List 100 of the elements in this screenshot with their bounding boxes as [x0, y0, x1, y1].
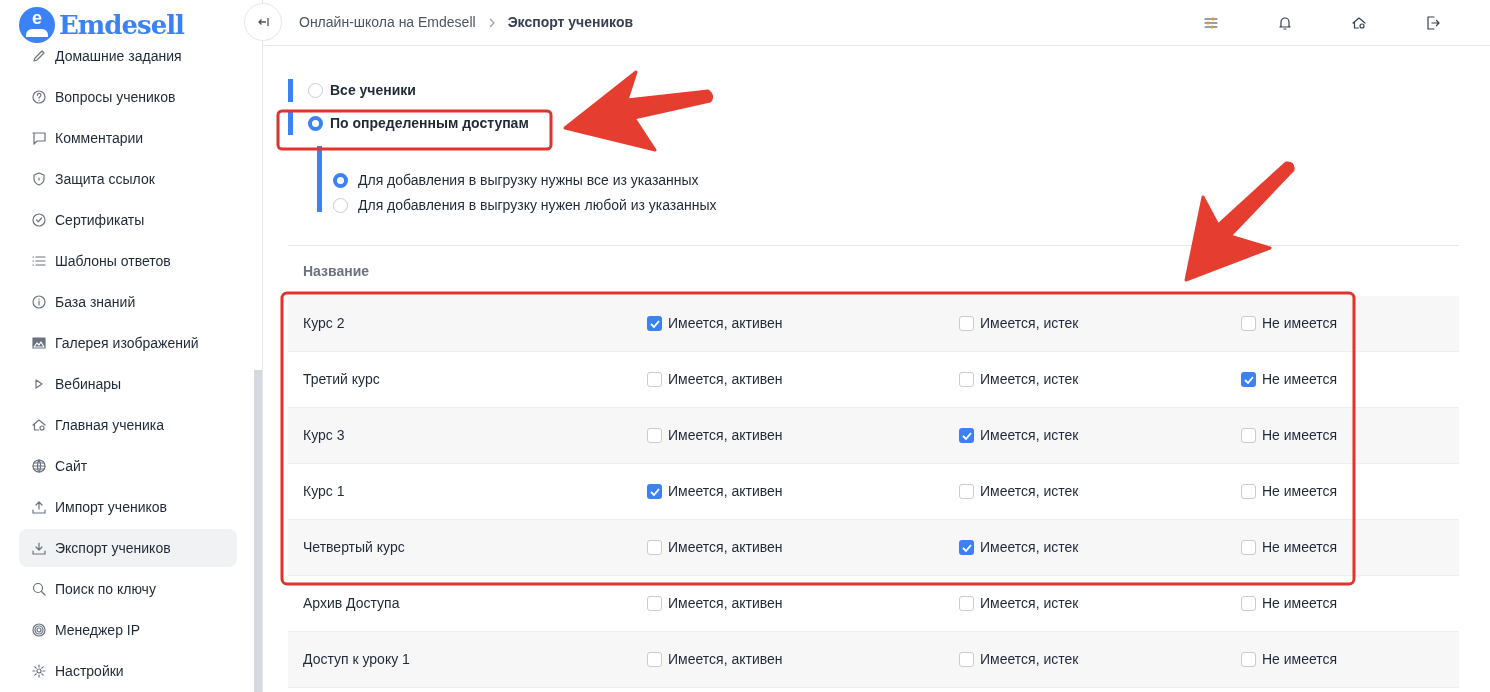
sidebar-item[interactable]: Экспорт учеников: [19, 529, 237, 567]
checkbox-label[interactable]: Не имеется: [1262, 481, 1338, 502]
checkbox[interactable]: [959, 652, 974, 667]
checkbox[interactable]: [1241, 316, 1256, 331]
sidebar-item[interactable]: Менеджер IP: [19, 611, 237, 649]
pencil-icon: [31, 48, 47, 64]
checkbox-label[interactable]: Не имеется: [1262, 649, 1338, 670]
question-icon: [31, 89, 47, 105]
home-icon: [31, 417, 47, 433]
logo-text: Emdesell: [59, 12, 184, 38]
sidebar-item[interactable]: База знаний: [19, 283, 237, 321]
checkbox-label[interactable]: Имеется, активен: [668, 425, 783, 446]
checkbox[interactable]: [1241, 540, 1256, 555]
radio-button[interactable]: [333, 198, 348, 213]
radio-label[interactable]: Все ученики: [330, 80, 416, 101]
sidebar-item[interactable]: Шаблоны ответов: [19, 242, 237, 280]
checkbox[interactable]: [959, 540, 974, 555]
search-icon: [31, 581, 47, 597]
sidebar-item[interactable]: Настройки: [19, 652, 237, 690]
checkbox[interactable]: [647, 316, 662, 331]
sidebar-item[interactable]: Главная ученика: [19, 406, 237, 444]
settings-icon: [31, 663, 47, 679]
globe-icon: [31, 458, 47, 474]
checkbox-label[interactable]: Имеется, истек: [980, 369, 1079, 390]
target-icon: [31, 622, 47, 638]
checkbox[interactable]: [1241, 484, 1256, 499]
breadcrumb-current: Экспорт учеников: [507, 13, 634, 32]
checkbox-label[interactable]: Не имеется: [1262, 313, 1338, 334]
comment-icon: [31, 130, 47, 146]
checkbox[interactable]: [1241, 652, 1256, 667]
checkbox-label[interactable]: Имеется, активен: [668, 593, 783, 614]
checkbox-label[interactable]: Имеется, активен: [668, 313, 783, 334]
accent-bar: [317, 146, 322, 212]
checkbox-label[interactable]: Не имеется: [1262, 369, 1338, 390]
table-cell-text: Доступ к уроку 1: [303, 650, 411, 669]
checkbox-label[interactable]: Имеется, истек: [980, 649, 1079, 670]
accent-bar: [288, 112, 293, 135]
checkbox[interactable]: [647, 596, 662, 611]
checkbox-label[interactable]: Не имеется: [1262, 425, 1338, 446]
checkbox[interactable]: [959, 316, 974, 331]
image-icon: [31, 335, 47, 351]
checkbox[interactable]: [1241, 428, 1256, 443]
checkbox[interactable]: [959, 484, 974, 499]
checkbox[interactable]: [1241, 596, 1256, 611]
table-cell-text: Курс 1: [303, 482, 346, 501]
sidebar-item[interactable]: Комментарии: [19, 119, 237, 157]
radio-label[interactable]: Для добавления в выгрузку нужен любой из указанных: [358, 195, 717, 216]
radio-label[interactable]: Для добавления в выгрузку нужны все из указанных: [358, 170, 699, 191]
sidebar-item[interactable]: Вебинары: [19, 365, 237, 403]
breadcrumb-link[interactable]: Онлайн-школа на Emdesell: [299, 12, 476, 33]
list-icon: [31, 253, 47, 269]
checkbox-label[interactable]: Не имеется: [1262, 593, 1338, 614]
checkbox-label[interactable]: Имеется, активен: [668, 537, 783, 558]
radio-button[interactable]: [333, 173, 348, 188]
sidebar-item[interactable]: Сертификаты: [19, 201, 237, 239]
bell-icon: [1277, 14, 1293, 31]
checkbox-label[interactable]: Имеется, истек: [980, 481, 1079, 502]
download-icon: [31, 540, 47, 556]
checkbox-label[interactable]: Имеется, активен: [668, 369, 783, 390]
checkbox[interactable]: [647, 540, 662, 555]
radio-label[interactable]: По определенным доступам: [330, 113, 529, 134]
logo-icon: e: [19, 7, 55, 43]
accent-bar: [288, 79, 293, 102]
checkbox[interactable]: [647, 372, 662, 387]
collapse-sidebar-button[interactable]: [244, 3, 282, 41]
checkbox[interactable]: [959, 372, 974, 387]
sidebar-item[interactable]: Импорт учеников: [19, 488, 237, 526]
scrollbar[interactable]: [254, 370, 262, 692]
checkbox[interactable]: [959, 428, 974, 443]
table-cell-text: Третий курс: [303, 370, 381, 389]
sidebar-item[interactable]: Защита ссылок: [19, 160, 237, 198]
checkbox-label[interactable]: Имеется, истек: [980, 425, 1079, 446]
collapse-icon: [257, 17, 269, 27]
table-cell-text: Курс 2: [303, 314, 346, 333]
sidebar-item[interactable]: Вопросы учеников: [19, 78, 237, 116]
radio-button[interactable]: [308, 83, 323, 98]
radio-button[interactable]: [308, 116, 323, 131]
sliders-icon: [1203, 14, 1219, 31]
checkbox[interactable]: [959, 596, 974, 611]
info-icon: [31, 294, 47, 310]
shield-icon: [31, 171, 47, 187]
sidebar-item[interactable]: Галерея изображений: [19, 324, 237, 362]
checkbox-label[interactable]: Имеется, активен: [668, 649, 783, 670]
checkbox[interactable]: [647, 428, 662, 443]
column-header: Название: [303, 261, 370, 281]
checkbox-label[interactable]: Имеется, активен: [668, 481, 783, 502]
chevron-icon: [487, 17, 496, 28]
upload-icon: [31, 499, 47, 515]
check-circle-icon: [31, 212, 47, 228]
checkbox[interactable]: [647, 652, 662, 667]
table-cell-text: Курс 3: [303, 426, 346, 445]
checkbox-label[interactable]: Не имеется: [1262, 537, 1338, 558]
checkbox[interactable]: [1241, 372, 1256, 387]
checkbox[interactable]: [647, 484, 662, 499]
sidebar-item[interactable]: Поиск по ключу: [19, 570, 237, 608]
checkbox-label[interactable]: Имеется, истек: [980, 313, 1079, 334]
checkbox-label[interactable]: Имеется, истек: [980, 593, 1079, 614]
checkbox-label[interactable]: Имеется, истек: [980, 537, 1079, 558]
table-cell-text: Архив Доступа: [303, 594, 401, 613]
sidebar-item[interactable]: Сайт: [19, 447, 237, 485]
